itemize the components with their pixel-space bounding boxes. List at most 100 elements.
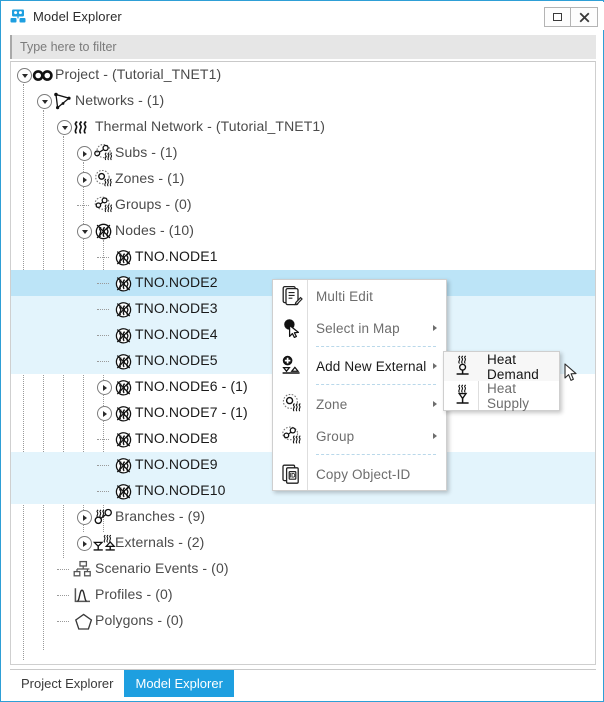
tree-expander-open[interactable] xyxy=(17,68,32,83)
tab-project-explorer-label: Project Explorer xyxy=(21,676,113,691)
close-button[interactable] xyxy=(571,7,598,27)
context-menu-item-add-new-external[interactable]: Add New External xyxy=(273,350,446,382)
add-new-external-submenu[interactable]: Heat Demand Heat Supply xyxy=(443,351,560,411)
infinity-icon xyxy=(32,66,52,85)
node-icon xyxy=(112,378,132,397)
heat-supply-icon xyxy=(452,384,474,407)
context-menu-item-zone[interactable]: Zone xyxy=(273,388,446,420)
node-icon xyxy=(112,248,132,267)
model-explorer-icon xyxy=(10,9,26,23)
restore-button[interactable] xyxy=(544,7,571,27)
multi-edit-icon xyxy=(281,285,303,307)
context-menu-item-label: Add New External xyxy=(316,359,426,374)
context-menu-separator xyxy=(316,384,436,386)
externals-icon xyxy=(92,534,112,553)
title-bar: Model Explorer xyxy=(2,2,604,30)
tree-connector xyxy=(97,465,109,466)
tree-expander-closed[interactable] xyxy=(97,380,112,395)
submenu-arrow-icon xyxy=(433,325,437,331)
context-menu-item-group[interactable]: Group xyxy=(273,420,446,452)
submenu-arrow-icon xyxy=(433,363,437,369)
svg-text:ID: ID xyxy=(290,474,297,480)
tree-expander-closed[interactable] xyxy=(77,510,92,525)
branches-icon xyxy=(92,508,112,527)
submenu-items: Heat Demand Heat Supply xyxy=(444,352,559,410)
submenu-item-heat-demand[interactable]: Heat Demand xyxy=(444,352,559,381)
context-menu-item-label: Select in Map xyxy=(316,321,400,336)
add-new-external-icon xyxy=(281,355,303,377)
tree-item-label: Nodes - (10) xyxy=(115,222,194,238)
tree-expander-open[interactable] xyxy=(37,94,52,109)
node-icon xyxy=(112,274,132,293)
heat-demand-icon xyxy=(452,355,474,378)
scenario-events-icon xyxy=(72,560,92,579)
node-icon xyxy=(112,300,132,319)
tree-expander-closed[interactable] xyxy=(77,146,92,161)
tree-expander-open[interactable] xyxy=(77,224,92,239)
tree-item-label: TNO.NODE3 xyxy=(135,300,218,316)
tab-project-explorer[interactable]: Project Explorer xyxy=(10,670,124,697)
tree-item-thermal-network-tutorial-tnet1[interactable]: Thermal Network - (Tutorial_TNET1) xyxy=(11,114,595,140)
tree-item-label: TNO.NODE5 xyxy=(135,352,218,368)
explorer-tab-bar: Project Explorer Model Explorer xyxy=(10,669,596,697)
tree-expander-closed[interactable] xyxy=(97,406,112,421)
context-menu-item-select-in-map[interactable]: Select in Map xyxy=(273,312,446,344)
tree-item-label: TNO.NODE10 xyxy=(135,482,225,498)
zones-icon xyxy=(92,170,112,189)
tree-item-subs-1[interactable]: Subs - (1) xyxy=(11,140,595,166)
submenu-item-heat-supply[interactable]: Heat Supply xyxy=(444,381,559,410)
tree-expander-closed[interactable] xyxy=(77,172,92,187)
filter-placeholder: Type here to filter xyxy=(20,40,117,54)
tree-connector xyxy=(77,205,89,206)
tab-model-explorer[interactable]: Model Explorer xyxy=(124,670,233,697)
tree-expander-closed[interactable] xyxy=(77,536,92,551)
tree-item-scenario-events-0[interactable]: Scenario Events - (0) xyxy=(11,556,595,582)
tree-item-profiles-0[interactable]: Profiles - (0) xyxy=(11,582,595,608)
window-controls xyxy=(544,7,598,27)
tree-item-nodes-10[interactable]: Nodes - (10) xyxy=(11,218,595,244)
polygons-icon xyxy=(72,612,92,631)
tree-item-groups-0[interactable]: Groups - (0) xyxy=(11,192,595,218)
tree-connector xyxy=(57,595,69,596)
context-menu-item-multi-edit[interactable]: Multi Edit xyxy=(273,280,446,312)
tree-connector xyxy=(97,283,109,284)
tree-item-label: Networks - (1) xyxy=(75,92,164,108)
node-icon xyxy=(112,326,132,345)
node-icon xyxy=(112,352,132,371)
context-menu-item-copy-object-id[interactable]: ID Copy Object-ID xyxy=(273,458,446,490)
tree-item-zones-1[interactable]: Zones - (1) xyxy=(11,166,595,192)
tree-item-label: Polygons - (0) xyxy=(95,612,184,628)
tree-item-label: Project - (Tutorial_TNET1) xyxy=(55,66,221,82)
tree-connector xyxy=(97,257,109,258)
tree-item-label: Scenario Events - (0) xyxy=(95,560,229,576)
tree-item-project-tutorial-tnet1[interactable]: Project - (Tutorial_TNET1) xyxy=(11,62,595,88)
tree-item-label: TNO.NODE9 xyxy=(135,456,218,472)
tree-item-tno-node1[interactable]: TNO.NODE1 xyxy=(11,244,595,270)
filter-input[interactable]: Type here to filter xyxy=(10,35,596,59)
tree-item-branches-9[interactable]: Branches - (9) xyxy=(11,504,595,530)
profiles-icon xyxy=(72,586,92,605)
node-icon xyxy=(112,404,132,423)
tree-item-label: Zones - (1) xyxy=(115,170,185,186)
tree-item-label: Subs - (1) xyxy=(115,144,177,160)
submenu-arrow-icon xyxy=(433,433,437,439)
tree-item-externals-2[interactable]: Externals - (2) xyxy=(11,530,595,556)
tree-item-networks-1[interactable]: Networks - (1) xyxy=(11,88,595,114)
context-menu-item-label: Zone xyxy=(316,397,347,412)
submenu-arrow-icon xyxy=(433,401,437,407)
context-menu-separator xyxy=(316,346,436,348)
context-menu-item-label: Copy Object-ID xyxy=(316,467,410,482)
copy-object-id-icon: ID xyxy=(281,463,303,485)
tree-connector xyxy=(97,439,109,440)
restore-icon xyxy=(553,13,562,21)
tree-expander-open[interactable] xyxy=(57,120,72,135)
tree-item-label: Externals - (2) xyxy=(115,534,204,550)
context-menu-item-label: Group xyxy=(316,429,354,444)
tree-item-polygons-0[interactable]: Polygons - (0) xyxy=(11,608,595,634)
close-icon xyxy=(579,12,590,23)
tree-item-label: Profiles - (0) xyxy=(95,586,173,602)
context-menu-separator xyxy=(316,454,436,456)
context-menu[interactable]: Multi Edit Select in Map Add New Externa… xyxy=(272,279,447,491)
tree-item-label: Thermal Network - (Tutorial_TNET1) xyxy=(95,118,325,134)
tree-connector xyxy=(97,309,109,310)
